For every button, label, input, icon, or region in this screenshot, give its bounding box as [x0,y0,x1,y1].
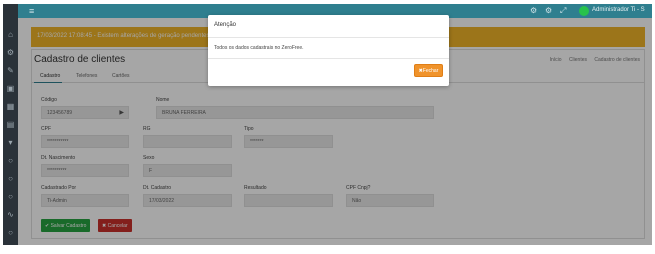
bank-icon[interactable]: ▣ [6,84,15,93]
circle-icon[interactable]: ○ [6,192,15,201]
modal-message: Todos os dados cadastrais no ZeroFree. [214,45,304,51]
modal-divider [208,37,449,38]
user-name[interactable]: Administrador Ti - S [592,7,645,13]
close-button-label: Fechar [422,68,439,74]
sidebar: ⌂ ⚙ ✎ ▣ ▦ ▤ ▾ ○ ○ ○ ∿ ○ [3,4,18,245]
modal-divider [208,58,449,59]
avatar[interactable] [579,6,589,16]
home-icon[interactable]: ⌂ [6,30,15,39]
fullscreen-icon[interactable]: ⤢ [560,6,566,16]
close-button[interactable]: ✖Fechar [414,64,443,77]
app-window: ⌂ ⚙ ✎ ▣ ▦ ▤ ▾ ○ ○ ○ ∿ ○ ≡ ⚙ ⚙ ⤢ Administ… [0,0,655,254]
modal-title: Atenção [214,22,237,28]
chart-icon[interactable]: ∿ [6,210,15,219]
circle-icon[interactable]: ○ [6,228,15,237]
wrench-icon[interactable]: ✎ [6,66,15,75]
briefcase-icon[interactable]: ▤ [6,120,15,129]
menu-icon[interactable]: ≡ [29,6,34,16]
gear-icon[interactable]: ⚙ [6,48,15,57]
circle-icon[interactable]: ○ [6,156,15,165]
settings-icon[interactable]: ⚙ [530,6,537,16]
sliders-icon[interactable]: ⚙ [545,6,552,16]
grid-icon[interactable]: ▦ [6,102,15,111]
filter-icon[interactable]: ▾ [6,138,15,147]
circle-icon[interactable]: ○ [6,174,15,183]
alert-modal: Atenção Todos os dados cadastrais no Zer… [208,15,449,86]
